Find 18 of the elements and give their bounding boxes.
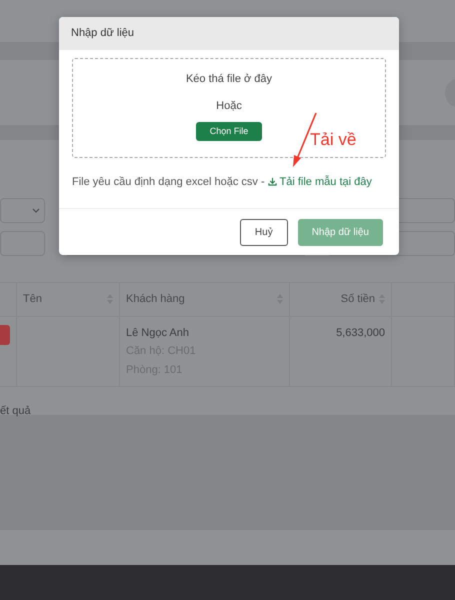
drop-prompt: Kéo thá file ở đây xyxy=(186,72,272,86)
annotation-text: Tải về xyxy=(310,129,356,151)
choose-file-button[interactable]: Chọn File xyxy=(196,122,262,141)
delete-button[interactable] xyxy=(0,324,10,344)
select-field[interactable] xyxy=(0,198,45,223)
chevron-down-icon xyxy=(32,208,40,213)
column-header[interactable]: Tên xyxy=(23,291,42,308)
download-icon xyxy=(268,176,277,186)
customer-name: Lê Ngọc Anh xyxy=(126,326,190,340)
dialog-title: Nhập dữ liệu xyxy=(71,27,134,39)
download-template-link[interactable]: Tải file mẫu tại đây xyxy=(268,176,372,188)
column-header[interactable]: Số tiền xyxy=(340,291,375,308)
result-count-text: ết quả xyxy=(0,405,31,417)
format-note: File yêu cầu định dạng excel hoặc csv - xyxy=(72,176,265,188)
cancel-button[interactable]: Huỷ xyxy=(240,219,288,246)
amount-text: 5,633,000 xyxy=(336,326,385,338)
separator-text: Hoặc xyxy=(216,99,242,114)
column-header[interactable]: Khách hàng xyxy=(126,291,185,308)
